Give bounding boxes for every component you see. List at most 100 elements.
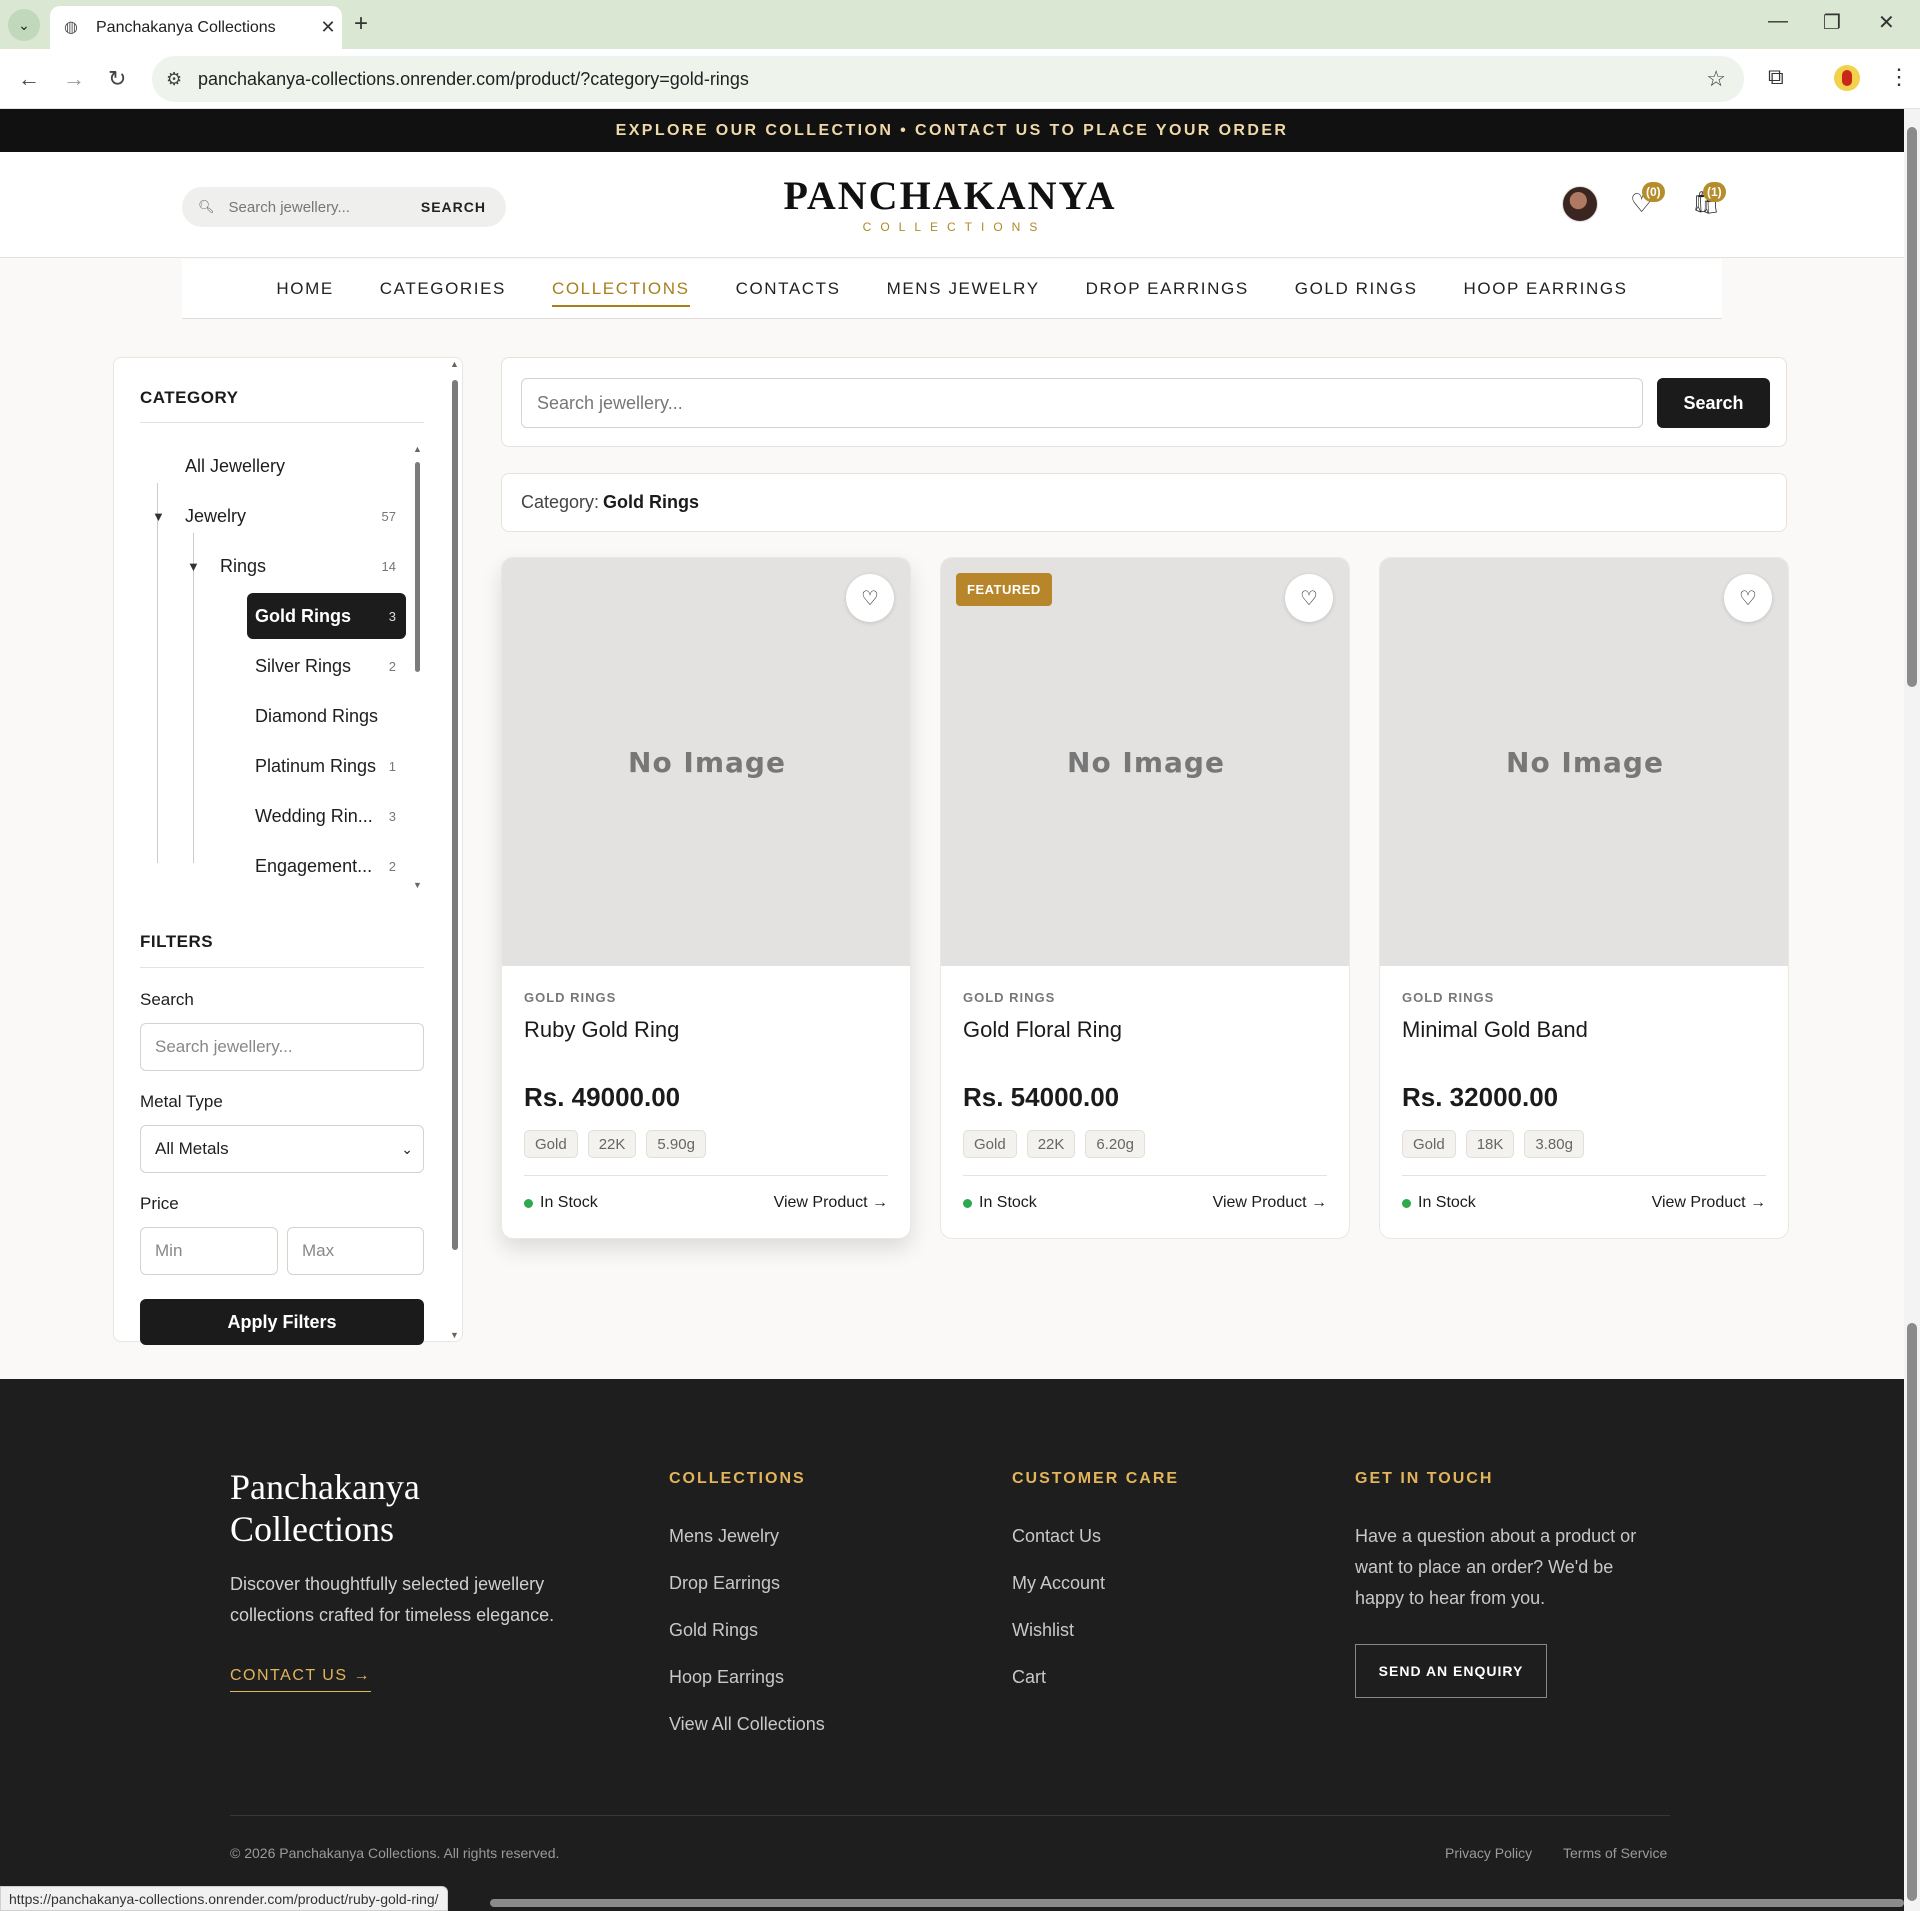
collapse-triangle-icon[interactable]: ▼ [152, 509, 165, 524]
footer-touch-title: GET IN TOUCH [1355, 1470, 1494, 1487]
tag-purity: 18K [1465, 1130, 1515, 1158]
send-enquiry-button[interactable]: SEND AN ENQUIRY [1355, 1644, 1547, 1698]
wishlist-heart-icon[interactable]: ♡ [1724, 574, 1772, 622]
minimize-icon[interactable]: — [1768, 10, 1788, 33]
wishlist-heart-icon[interactable]: ♡ [846, 574, 894, 622]
browser-tab[interactable]: ◍ Panchakanya Collections ✕ [50, 6, 342, 49]
footer-link-mens-jewelry[interactable]: Mens Jewelry [669, 1526, 779, 1547]
product-card[interactable]: No Image FEATURED ♡ GOLD RINGS Gold Flor… [940, 557, 1350, 1239]
nav-home[interactable]: HOME [276, 275, 333, 303]
header-search-input[interactable]: Search jewellery... [229, 199, 421, 216]
new-tab-icon[interactable]: + [354, 10, 368, 38]
category-scrollbar[interactable] [415, 450, 421, 900]
stock-status: In Stock [1402, 1194, 1476, 1212]
privacy-policy-link[interactable]: Privacy Policy [1445, 1845, 1532, 1861]
address-bar[interactable]: ⚙ panchakanya-collections.onrender.com/p… [152, 56, 1744, 102]
browser-menu-icon[interactable]: ⋮ [1888, 64, 1910, 90]
footer-link-hoop-earrings[interactable]: Hoop Earrings [669, 1667, 784, 1688]
product-card[interactable]: No Image ♡ GOLD RINGS Ruby Gold Ring Rs.… [501, 557, 911, 1239]
scrollbar-thumb[interactable] [1907, 1323, 1917, 1901]
reload-icon[interactable]: ↻ [108, 66, 126, 92]
scroll-down-arrow-icon[interactable]: ▼ [413, 880, 422, 890]
tab-title: Panchakanya Collections [96, 18, 276, 36]
product-name[interactable]: Minimal Gold Band [1402, 1017, 1588, 1043]
product-image-placeholder[interactable]: No Image [941, 558, 1349, 966]
site-info-icon[interactable]: ⚙ [166, 69, 188, 90]
extensions-icon[interactable]: ⧉ [1768, 64, 1784, 90]
footer-brand: Panchakanya Collections [230, 1467, 420, 1549]
nav-hoop-earrings[interactable]: HOOP EARRINGS [1464, 275, 1628, 303]
window-close-icon[interactable]: ✕ [1878, 10, 1895, 35]
category-silver-rings[interactable]: Silver Rings [255, 656, 351, 677]
collapse-triangle-icon[interactable]: ▼ [187, 559, 200, 574]
product-card[interactable]: No Image ♡ GOLD RINGS Minimal Gold Band … [1379, 557, 1789, 1239]
page-scrollbar[interactable] [1904, 109, 1920, 1911]
category-diamond-rings[interactable]: Diamond Rings [255, 706, 378, 727]
product-name[interactable]: Ruby Gold Ring [524, 1017, 679, 1043]
category-jewelry[interactable]: Jewelry [185, 506, 246, 527]
price-max-input[interactable]: Max [287, 1227, 424, 1275]
horizontal-scrollbar[interactable] [490, 1899, 1904, 1907]
tree-line [157, 483, 158, 863]
footer-link-drop-earrings[interactable]: Drop Earrings [669, 1573, 780, 1594]
apply-filters-button[interactable]: Apply Filters [140, 1299, 424, 1345]
category-platinum-rings[interactable]: Platinum Rings [255, 756, 376, 777]
site-logo[interactable]: PANCHAKANYA COLLECTIONS [700, 173, 1200, 235]
footer-link-gold-rings[interactable]: Gold Rings [669, 1620, 758, 1641]
avatar[interactable] [1562, 186, 1598, 222]
price-min-input[interactable]: Min [140, 1227, 278, 1275]
footer-link-cart[interactable]: Cart [1012, 1667, 1046, 1688]
nav-contacts[interactable]: CONTACTS [736, 275, 841, 303]
footer-link-wishlist[interactable]: Wishlist [1012, 1620, 1074, 1641]
restore-icon[interactable]: ❐ [1823, 10, 1841, 35]
view-product-link[interactable]: View Product → [1652, 1194, 1766, 1212]
category-count: 14 [381, 559, 396, 574]
browser-tab-strip: ⌄ ◍ Panchakanya Collections ✕ + — ❐ ✕ [0, 0, 1920, 49]
product-search-input[interactable]: Search jewellery... [521, 378, 1643, 428]
logo-main: PANCHAKANYA [783, 173, 1117, 218]
category-gold-rings[interactable]: Gold Rings [255, 606, 351, 627]
filter-search-input[interactable]: Search jewellery... [140, 1023, 424, 1071]
product-image-placeholder[interactable]: No Image [1380, 558, 1788, 966]
nav-collections[interactable]: COLLECTIONS [551, 275, 690, 307]
header-search-button[interactable]: SEARCH [421, 199, 486, 215]
view-product-link[interactable]: View Product → [774, 1194, 888, 1212]
profile-icon[interactable] [1834, 65, 1860, 91]
tree-line [193, 533, 194, 863]
back-icon[interactable]: ← [18, 66, 40, 92]
divider [524, 1175, 888, 1176]
view-product-link[interactable]: View Product → [1213, 1194, 1327, 1212]
category-wedding-rings[interactable]: Wedding Rin... [255, 806, 373, 827]
nav-categories[interactable]: CATEGORIES [380, 275, 506, 303]
bookmark-star-icon[interactable]: ☆ [1706, 66, 1726, 92]
wishlist-heart-icon[interactable]: ♡ [1285, 574, 1333, 622]
sidebar-scrollbar[interactable] [452, 370, 459, 1332]
price-label: Price [140, 1194, 179, 1213]
footer-link-my-account[interactable]: My Account [1012, 1573, 1105, 1594]
tab-search-chevron-icon[interactable]: ⌄ [8, 9, 40, 41]
scrollbar-thumb-upper[interactable] [1907, 127, 1917, 687]
url-text: panchakanya-collections.onrender.com/pro… [198, 68, 749, 89]
product-search-button[interactable]: Search [1657, 378, 1770, 428]
scroll-down-arrow-icon[interactable]: ▼ [450, 1330, 459, 1340]
nav-drop-earrings[interactable]: DROP EARRINGS [1086, 275, 1249, 303]
scroll-up-arrow-icon[interactable]: ▲ [450, 359, 459, 369]
product-name[interactable]: Gold Floral Ring [963, 1017, 1122, 1043]
category-count: 3 [388, 609, 396, 624]
nav-gold-rings[interactable]: GOLD RINGS [1295, 275, 1418, 303]
tag-weight: 3.80g [1524, 1130, 1584, 1158]
tab-close-icon[interactable]: ✕ [314, 17, 342, 38]
category-all-jewellery[interactable]: All Jewellery [185, 456, 285, 477]
terms-link[interactable]: Terms of Service [1563, 1845, 1667, 1861]
header-search[interactable]: 🔍︎ Search jewellery... SEARCH [182, 187, 506, 227]
footer-link-view-all[interactable]: View All Collections [669, 1714, 825, 1735]
footer-contact-link[interactable]: CONTACT US → [230, 1667, 371, 1692]
category-rings[interactable]: Rings [220, 556, 266, 577]
footer-link-contact-us[interactable]: Contact Us [1012, 1526, 1101, 1547]
stock-text: In Stock [1418, 1194, 1476, 1211]
nav-mens-jewelry[interactable]: MENS JEWELRY [887, 275, 1040, 303]
product-image-placeholder[interactable]: No Image [502, 558, 910, 966]
metal-type-select[interactable]: All Metals ⌄ [140, 1125, 424, 1173]
category-engagement-rings[interactable]: Engagement... [255, 856, 372, 877]
forward-icon[interactable]: → [63, 66, 85, 92]
